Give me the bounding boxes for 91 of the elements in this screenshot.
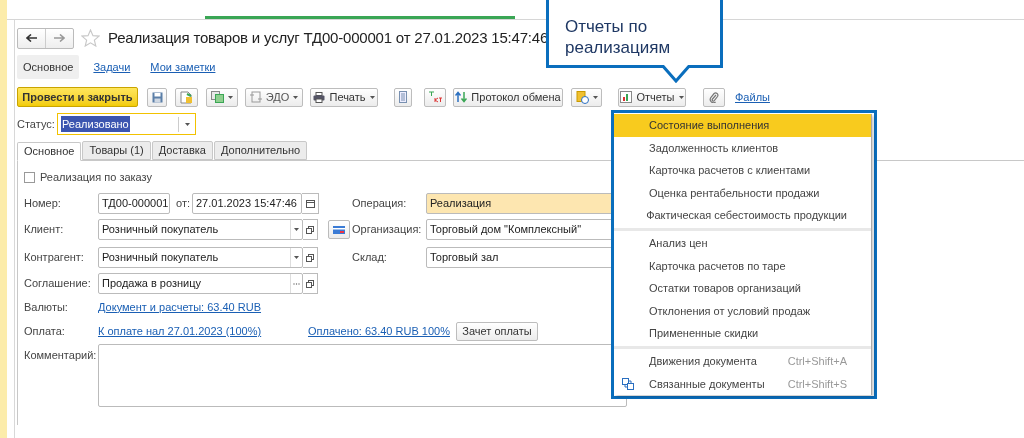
document-icon: [180, 90, 193, 104]
open-button[interactable]: [303, 273, 318, 294]
save-button[interactable]: [147, 87, 167, 107]
exchange-log-button[interactable]: Протокол обмена: [453, 87, 563, 107]
forward-arrow-icon: [54, 34, 65, 42]
form-tab[interactable]: Товары (1): [82, 141, 151, 160]
form-tab[interactable]: Доставка: [151, 141, 213, 160]
attach-button[interactable]: [703, 87, 725, 107]
field-label: Оплата:: [24, 323, 66, 339]
open-window-icon: [306, 225, 314, 234]
status-field[interactable]: Реализовано: [57, 113, 196, 135]
tasks-button[interactable]: [571, 87, 602, 107]
report-icon: [620, 91, 633, 103]
field-label: Склад:: [352, 250, 388, 266]
input-field[interactable]: Розничный покупатель: [98, 219, 303, 240]
checkbox-label: Реализация по заказу: [40, 169, 153, 185]
open-window-icon: [306, 279, 314, 288]
field-label: Номер:: [24, 196, 62, 212]
copy-button[interactable]: [206, 87, 238, 107]
calendar-icon: [305, 199, 315, 208]
menu-item[interactable]: Остатки товаров организаций: [614, 277, 871, 300]
caret-icon: [228, 95, 233, 99]
caret-icon: [184, 122, 190, 126]
callout: Отчеты по реализациям: [546, 0, 723, 68]
menu-item[interactable]: Примененные скидки: [614, 322, 871, 345]
checkbox[interactable]: [24, 171, 35, 183]
field-label: Операция:: [352, 196, 408, 212]
field-label: Клиент:: [24, 222, 65, 238]
field-label: Организация:: [352, 222, 423, 238]
caret-icon: [294, 228, 299, 231]
menu-item[interactable]: Карточка расчетов с клиентами: [614, 159, 871, 182]
menu-item[interactable]: Движения документа Ctrl+Shift+A: [614, 349, 871, 373]
list-button[interactable]: [394, 87, 412, 107]
comment-field[interactable]: [98, 344, 627, 407]
callout-pointer: [661, 65, 691, 83]
copy-docs-icon: [211, 91, 224, 103]
form-tab[interactable]: Основное: [17, 142, 82, 161]
input-field[interactable]: Продажа в розницу: [98, 273, 303, 294]
selected-text: Реализовано: [61, 115, 130, 133]
input-field[interactable]: Розничный покупатель: [98, 247, 303, 268]
caret-icon: [678, 95, 684, 99]
open-button[interactable]: [303, 219, 318, 240]
menu-item[interactable]: Задолженность клиентов: [614, 136, 871, 160]
input-field[interactable]: ТД00-000001: [98, 193, 170, 214]
print-button[interactable]: Печать: [310, 87, 378, 107]
edo-button[interactable]: ЭДО: [245, 87, 303, 107]
reports-button[interactable]: Отчеты: [618, 87, 686, 107]
field-label: от:: [176, 196, 191, 212]
back-arrow-icon: [26, 34, 37, 42]
ellipsis-icon: [293, 282, 300, 285]
section-tab[interactable]: Задачи: [87, 55, 137, 79]
field-label: Статус:: [17, 116, 56, 132]
exchange-arrows-icon: [455, 91, 468, 103]
star-icon[interactable]: [81, 29, 100, 47]
debit-credit-icon: [428, 91, 442, 103]
files-link[interactable]: Файлы: [735, 88, 770, 106]
field-label: Соглашение:: [24, 276, 92, 292]
payment-due-link[interactable]: К оплате нал 27.01.2023 (100%): [98, 322, 308, 340]
payment-offset-button[interactable]: Зачет оплаты: [456, 321, 538, 341]
calendar-button[interactable]: [302, 193, 319, 214]
paid-link[interactable]: Оплачено: 63.40 RUB 100%: [308, 322, 456, 340]
form-tab[interactable]: Дополнительно: [214, 141, 308, 160]
field-label: Контрагент:: [24, 250, 85, 266]
postings-button[interactable]: [424, 87, 446, 107]
menu-item[interactable]: Состояние выполнения: [614, 114, 871, 137]
paperclip-icon: [709, 91, 719, 103]
dropdown-button[interactable]: [290, 248, 302, 267]
caret-icon: [294, 256, 299, 259]
field-label: Комментарий:: [24, 348, 98, 363]
card-button[interactable]: [328, 220, 350, 239]
open-window-icon: [306, 253, 314, 262]
document-button[interactable]: [175, 87, 198, 107]
caret-icon: [369, 95, 375, 99]
caret-icon: [293, 95, 299, 99]
document-clock-icon: [575, 90, 589, 104]
section-tab[interactable]: Мои заметки: [144, 55, 222, 79]
menu-item[interactable]: Связанные документы Ctrl+Shift+S: [614, 372, 871, 396]
exchange-icon: [249, 91, 262, 103]
currencies-link[interactable]: Документ и расчеты: 63.40 RUB: [98, 298, 261, 316]
section-tab[interactable]: Основное: [17, 55, 80, 79]
input-field[interactable]: 27.01.2023 15:47:46: [192, 193, 302, 214]
caret-icon: [592, 95, 598, 99]
card-icon: [333, 225, 345, 234]
menu-item[interactable]: Отклонения от условий продаж: [614, 299, 871, 323]
dropdown-button[interactable]: [290, 220, 302, 239]
post-and-close-button[interactable]: Провести и закрыть: [17, 87, 138, 107]
open-button[interactable]: [303, 247, 318, 268]
save-icon: [151, 91, 163, 103]
list-icon: [399, 91, 407, 103]
printer-icon: [313, 91, 326, 103]
field-label: Валюты:: [24, 299, 69, 315]
